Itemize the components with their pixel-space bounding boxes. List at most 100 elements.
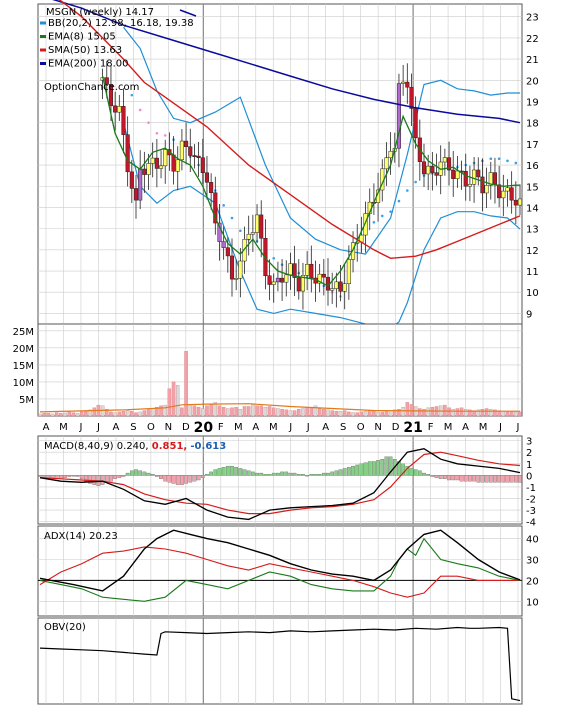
volume-bar xyxy=(509,411,514,417)
month-label: M xyxy=(444,422,453,433)
macd-histogram-bar xyxy=(213,469,218,476)
volume-bar xyxy=(54,412,59,417)
candle-body xyxy=(150,157,155,164)
adx-panel: 40 30 20 10 ADX(14) 20.23 xyxy=(37,525,539,617)
legend-entry: SMA(50) 13.63 xyxy=(48,45,122,56)
candle-body xyxy=(492,172,498,186)
macd-histogram-bar xyxy=(292,472,297,476)
macd-histogram-bar xyxy=(46,475,51,478)
volume-bar xyxy=(384,411,389,417)
candle-body xyxy=(497,184,502,199)
macd-histogram-bar xyxy=(417,470,422,476)
month-label: N xyxy=(374,422,381,433)
candle-body xyxy=(484,185,489,194)
macd-histogram-bar xyxy=(455,475,460,481)
macd-histogram-bar xyxy=(409,468,414,476)
volume-bar xyxy=(501,411,506,417)
macd-histogram-bar xyxy=(205,474,209,476)
volume-bar xyxy=(59,413,63,417)
macd-tick-label: 2 xyxy=(526,448,532,459)
macd-histogram-bar xyxy=(163,475,168,482)
candle-body xyxy=(305,263,310,276)
sar-dot xyxy=(489,157,493,161)
candle-body xyxy=(259,214,264,239)
volume-bar xyxy=(459,407,464,417)
macd-histogram-bar xyxy=(472,475,476,482)
volume-bar xyxy=(514,411,518,417)
volume-bar xyxy=(226,408,230,417)
candle-body xyxy=(234,278,239,280)
adx-tick-label: 40 xyxy=(526,535,539,546)
candle-body xyxy=(267,275,272,285)
month-label: F xyxy=(428,422,434,433)
candle-body xyxy=(330,288,335,291)
macd-histogram-bar xyxy=(376,460,380,476)
month-label: J xyxy=(78,422,82,433)
volume-bar xyxy=(338,411,343,417)
volume-bar xyxy=(117,411,122,417)
volume-bar xyxy=(217,405,222,417)
macd-histogram-bar xyxy=(175,475,180,485)
month-label: O xyxy=(357,422,365,433)
volume-bar xyxy=(134,412,138,417)
macd-histogram-bar xyxy=(230,465,234,476)
candle-body xyxy=(171,154,176,172)
volume-bar xyxy=(422,409,426,417)
candle-body xyxy=(125,134,130,173)
macd-histogram-bar xyxy=(484,475,489,483)
sar-dot xyxy=(239,229,242,233)
month-label: 21 xyxy=(403,420,422,436)
candle-body xyxy=(451,169,456,179)
macd-histogram-bar xyxy=(79,475,84,479)
sar-dot xyxy=(372,220,376,224)
volume-y-axis: 25M 20M 15M 10M 5M xyxy=(13,327,34,406)
volume-tick-label: 5M xyxy=(19,395,34,406)
volume-bar xyxy=(238,409,243,417)
macd-histogram-bar xyxy=(200,475,205,478)
volume-bar xyxy=(188,405,193,417)
price-tick-label: 12 xyxy=(526,246,539,257)
macd-histogram-bar xyxy=(347,467,351,476)
volume-bar xyxy=(255,405,259,417)
candle-body xyxy=(175,159,180,172)
macd-histogram-bar xyxy=(338,469,343,476)
sar-dot xyxy=(506,159,509,163)
macd-histogram-bar xyxy=(488,475,493,483)
volume-bar xyxy=(334,411,339,417)
macd-histogram-bar xyxy=(238,468,243,476)
volume-bar xyxy=(480,409,485,417)
macd-histogram-bar xyxy=(113,475,117,479)
macd-histogram-bar xyxy=(67,475,72,477)
candle-body xyxy=(384,157,389,170)
volume-bar xyxy=(84,411,88,417)
sar-dot xyxy=(497,157,501,161)
candle-body xyxy=(409,86,414,109)
candle-body xyxy=(505,187,510,192)
candle-body xyxy=(284,274,289,283)
macd-histogram-bar xyxy=(271,472,276,476)
macd-histogram-bar xyxy=(309,474,314,476)
macd-histogram-bar xyxy=(463,475,468,482)
volume-bar xyxy=(326,409,330,417)
price-tick-label: 20 xyxy=(526,76,539,87)
candle-body xyxy=(221,241,226,248)
macd-histogram-bar xyxy=(509,475,514,483)
volume-bar xyxy=(192,405,197,417)
candle-body xyxy=(455,170,460,179)
candle-body xyxy=(434,172,439,176)
candle-body xyxy=(509,187,514,201)
volume-bar xyxy=(259,405,263,417)
candle-body xyxy=(421,161,427,175)
candle-body xyxy=(196,155,201,159)
month-label: M xyxy=(269,422,278,433)
volume-bar xyxy=(342,410,347,417)
price-tick-label: 16 xyxy=(526,161,539,172)
price-tick-label: 23 xyxy=(526,13,539,24)
macd-histogram-bar xyxy=(121,475,126,477)
volume-bar xyxy=(209,404,213,417)
macd-histogram-bar xyxy=(313,474,318,476)
month-label: S xyxy=(130,422,136,433)
volume-tick-label: 25M xyxy=(13,327,34,338)
candle-body xyxy=(334,281,339,289)
volume-bar xyxy=(150,408,155,417)
